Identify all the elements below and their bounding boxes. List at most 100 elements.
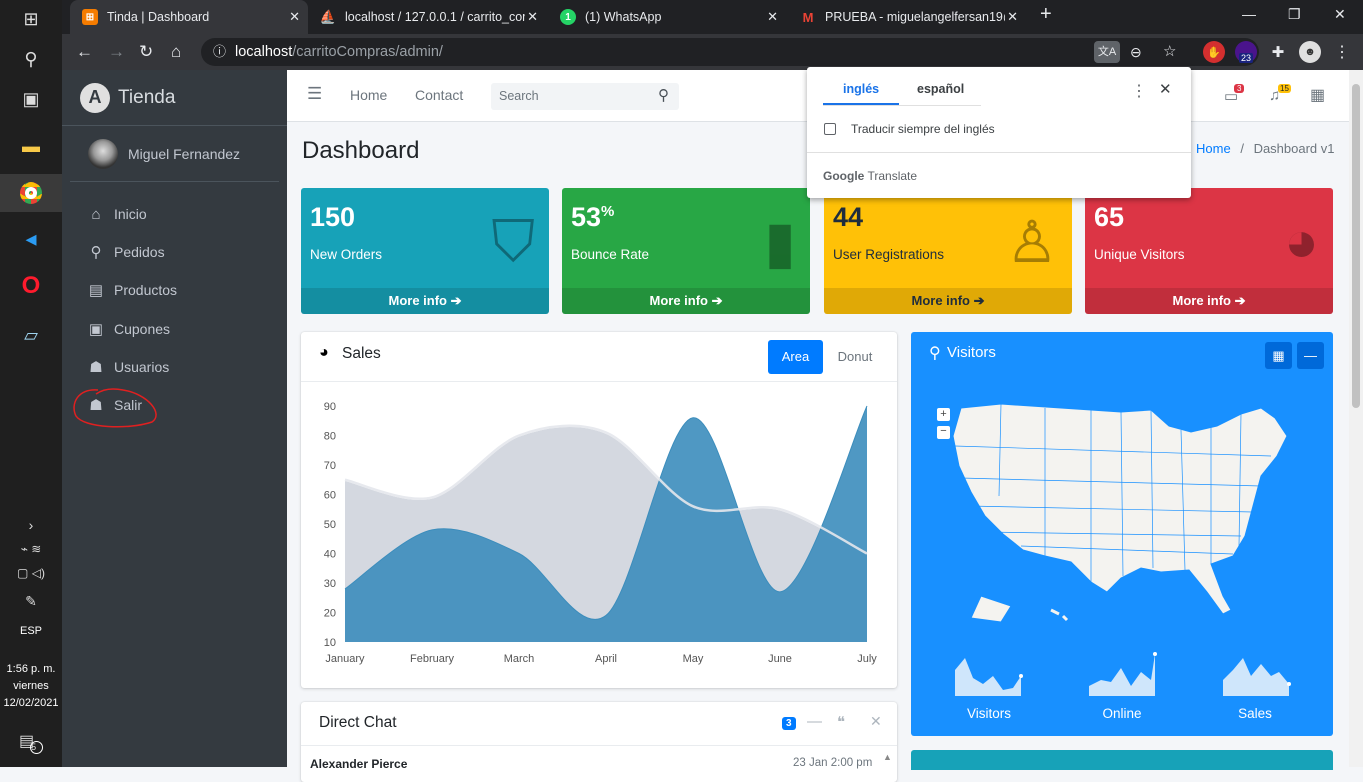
task-view-icon[interactable]: ▣ (0, 80, 62, 118)
pie-chart-icon: ◕ (1283, 209, 1319, 274)
shopping-bag-icon: ⛉ (491, 209, 535, 274)
close-tab-icon[interactable]: ✕ (527, 9, 538, 25)
more-info-link[interactable]: More info ➔ (824, 288, 1072, 314)
notification-center-icon[interactable]: ▤ 5 (0, 722, 62, 760)
close-tab-icon[interactable]: ✕ (1007, 9, 1018, 25)
page-scrollbar[interactable] (1349, 70, 1363, 767)
donut-tab-button[interactable]: Donut (831, 340, 879, 374)
maximize-icon[interactable]: ❐ (1288, 6, 1301, 23)
tab-phpmyadmin[interactable]: ⛵ localhost / 127.0.0.1 / carrito_com ✕ (308, 0, 546, 34)
profile-avatar-icon[interactable]: ☻ (1299, 41, 1321, 63)
grid-apps-icon[interactable]: ▦ (1310, 85, 1325, 105)
minus-icon: — (1304, 348, 1317, 363)
sparkline-label-sales: Sales (1238, 706, 1272, 721)
close-window-icon[interactable]: ✕ (1334, 6, 1346, 23)
notifications-bell-icon[interactable]: ♫ 15 (1269, 84, 1291, 104)
search-input[interactable]: Search (491, 83, 679, 110)
user-panel[interactable]: Miguel Fernandez (70, 126, 279, 182)
more-options-icon[interactable]: ⋮ (1131, 81, 1147, 101)
sales-area-chart: 10 20 30 40 50 60 70 80 90 January February March Ap… (324, 401, 878, 665)
chrome-icon[interactable] (0, 174, 62, 212)
url-host: localhost (235, 44, 293, 60)
language-indicator[interactable]: ESP (0, 623, 62, 639)
sparkline-label-online: Online (1102, 706, 1142, 721)
close-tab-icon[interactable]: ✕ (289, 9, 300, 25)
url-path: /carritoCompras/admin/ (292, 44, 443, 60)
direct-chat-title: Direct Chat (319, 714, 397, 731)
adblock-extension-icon[interactable]: ✋ (1203, 41, 1225, 63)
opera-icon[interactable]: O (0, 267, 62, 305)
calendar-icon: ▦ (1272, 348, 1285, 363)
address-bar[interactable]: ⓘ localhost/carritoCompras/admin/ 文A ⊖ ☆ (201, 38, 1259, 66)
tab-title: PRUEBA - miguelangelfersan19@ (825, 10, 1005, 24)
tab-gmail[interactable]: M PRUEBA - miguelangelfersan19@ ✕ (788, 0, 1026, 34)
tab-title: (1) WhatsApp (585, 10, 662, 24)
usa-vector-map[interactable] (941, 396, 1301, 626)
stat-number-unit: % (601, 203, 615, 220)
vscode-icon[interactable]: ◂ (0, 220, 62, 258)
extension-icon[interactable]: 23 (1235, 41, 1257, 63)
stat-label: Unique Visitors (1094, 247, 1185, 262)
minus-icon[interactable]: — (807, 713, 822, 730)
messages-icon[interactable]: ▭ 3 (1224, 84, 1245, 105)
search-icon[interactable]: ⚲ (658, 86, 669, 104)
calendar-button[interactable]: ▦ (1265, 342, 1292, 369)
comments-icon[interactable]: ❝ (837, 713, 845, 731)
home-icon[interactable]: ⌂ (171, 42, 181, 62)
more-info-link[interactable]: More info ➔ (301, 288, 549, 314)
puzzle-extensions-icon[interactable]: ✚ (1267, 41, 1289, 63)
breadcrumb-home-link[interactable]: Home (1196, 141, 1231, 156)
more-info-link[interactable]: More info ➔ (562, 288, 810, 314)
scrollbar-thumb[interactable] (1352, 84, 1360, 408)
nav-home-link[interactable]: Home (350, 87, 387, 103)
home-icon: ⌂ (91, 205, 101, 223)
brand-logo-icon: A (80, 82, 110, 113)
new-tab-icon[interactable]: + (1040, 3, 1052, 26)
clock-day[interactable]: viernes (0, 678, 62, 694)
sidebar-item-productos[interactable]: ▤ Productos (86, 275, 177, 305)
site-info-icon[interactable]: ⓘ (213, 38, 226, 66)
arrow-circle-right-icon: ➔ (450, 293, 462, 308)
hamburger-menu-icon[interactable]: ☰ (307, 84, 322, 104)
forward-icon[interactable]: → (108, 42, 125, 62)
translate-icon[interactable]: 文A (1094, 41, 1120, 63)
y-tick-label: 70 (324, 460, 336, 472)
tab-whatsapp[interactable]: 1 (1) WhatsApp ✕ (548, 0, 786, 34)
reload-icon[interactable]: ↻ (139, 42, 153, 62)
back-icon[interactable]: ← (76, 42, 93, 62)
clock-time[interactable]: 1:56 p. m. (0, 661, 62, 677)
notepad-icon[interactable]: ▱ (0, 316, 62, 354)
bookmark-star-icon[interactable]: ☆ (1163, 38, 1176, 66)
stat-number: 53% (571, 202, 614, 233)
chat-scroll-up-icon[interactable]: ▲ (883, 752, 892, 762)
area-tab-button[interactable]: Area (768, 340, 823, 374)
tab-dashboard[interactable]: ⊞ Tinda | Dashboard ✕ (70, 0, 308, 34)
collapse-button[interactable]: — (1297, 342, 1324, 369)
page-title: Dashboard (302, 137, 420, 164)
more-info-link[interactable]: More info ➔ (1085, 288, 1333, 314)
close-icon[interactable]: ✕ (1159, 80, 1172, 98)
sidebar-item-usuarios[interactable]: ☗ Usuarios (86, 352, 169, 382)
sales-graph-card-header (911, 750, 1333, 770)
windows-start-icon[interactable]: ⊞ (0, 0, 62, 38)
brand-name: Tienda (118, 86, 176, 108)
always-translate-checkbox[interactable] (824, 123, 836, 135)
sidebar-item-inicio[interactable]: ⌂ Inicio (86, 199, 146, 229)
clock-date[interactable]: 12/02/2021 (0, 695, 62, 711)
more-info-label: More info (1172, 293, 1231, 308)
sidebar-item-cupones[interactable]: ▣ Cupones (86, 314, 170, 344)
file-explorer-icon[interactable]: ▬ (0, 127, 62, 165)
chrome-menu-icon[interactable]: ⋮ (1331, 41, 1353, 63)
search-icon[interactable]: ⚲ (0, 40, 62, 78)
sidebar-item-pedidos[interactable]: ⚲ Pedidos (86, 237, 165, 267)
nav-contact-link[interactable]: Contact (415, 87, 463, 103)
minimize-icon[interactable]: — (1242, 6, 1256, 22)
zoom-icon[interactable]: ⊖ (1130, 38, 1142, 66)
stat-label: User Registrations (833, 247, 945, 262)
close-icon[interactable]: ✕ (870, 713, 882, 730)
pen-icon[interactable]: ✎ (0, 582, 62, 620)
brand-link[interactable]: A Tienda (62, 70, 287, 126)
tab-source-language[interactable]: inglés (843, 82, 879, 96)
close-tab-icon[interactable]: ✕ (767, 9, 778, 25)
tab-target-language[interactable]: español (917, 82, 964, 96)
